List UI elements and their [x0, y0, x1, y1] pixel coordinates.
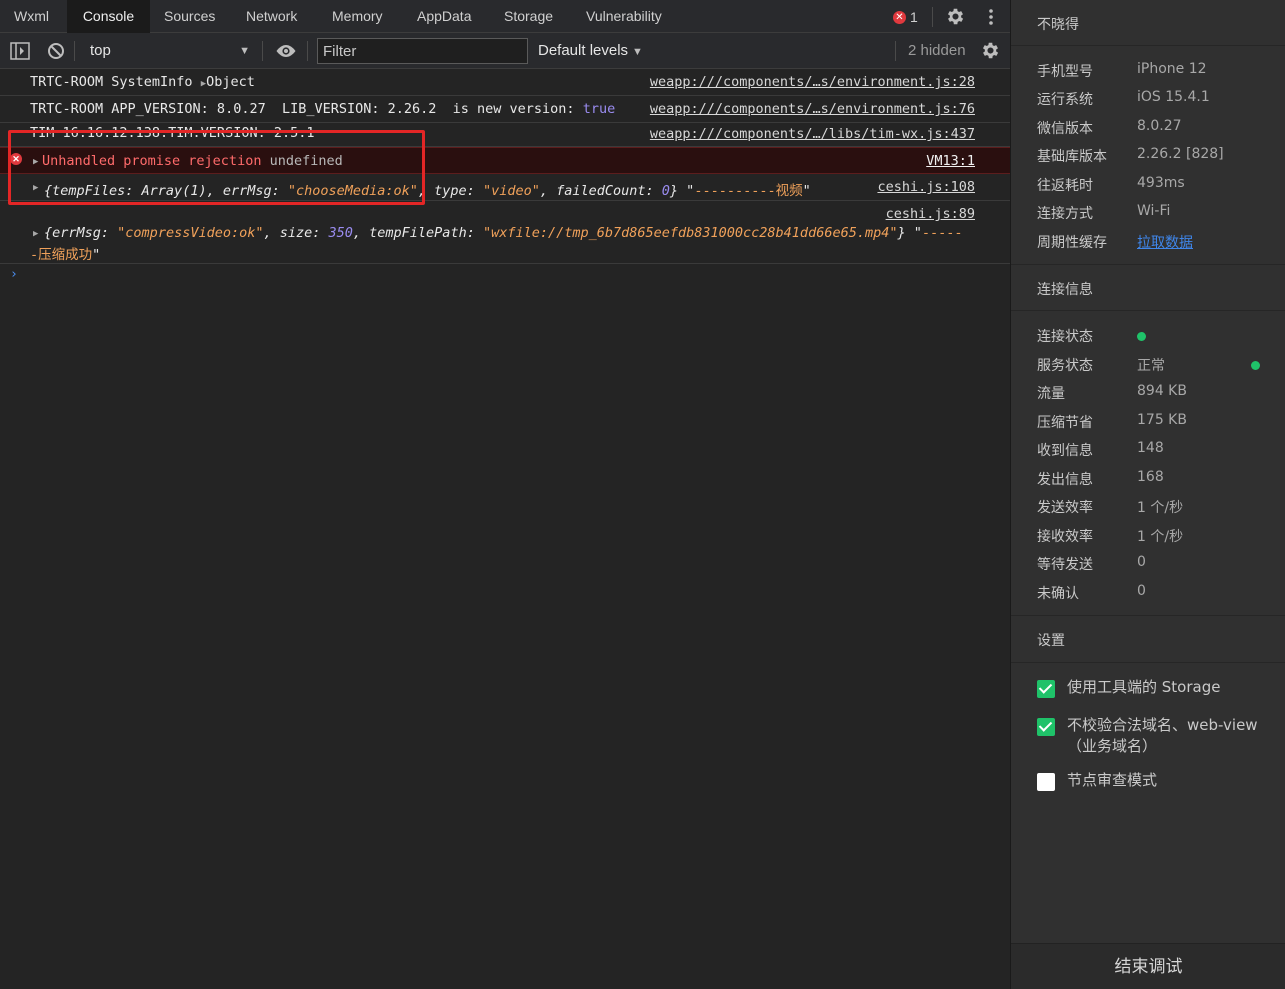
- context-selector-value: top: [90, 42, 111, 59]
- hidden-messages-count: 2 hidden: [908, 42, 966, 59]
- expand-triangle-icon[interactable]: ▶: [33, 229, 38, 239]
- message-text: TRTC-ROOM APP_VERSION: 8.0.27 LIB_VERSIO…: [30, 101, 616, 117]
- expand-triangle-icon[interactable]: ▶: [33, 183, 38, 193]
- caret-down-icon: ▼: [239, 45, 250, 57]
- info-row: 往返耗时 493ms: [1037, 175, 1185, 194]
- console-message: TRTC-ROOM APP_VERSION: 8.0.27 LIB_VERSIO…: [0, 96, 1010, 123]
- end-debug-button[interactable]: 结束调试: [1011, 943, 1285, 989]
- tab-network[interactable]: Network: [232, 0, 311, 33]
- console-prompt[interactable]: ›: [10, 267, 18, 282]
- divider: [1011, 264, 1285, 265]
- checkbox-skip-domain-check[interactable]: [1037, 718, 1055, 736]
- info-row: 周期性缓存 拉取数据: [1037, 232, 1277, 252]
- tab-storage[interactable]: Storage: [490, 0, 567, 33]
- info-row: 等待发送 0: [1037, 554, 1146, 573]
- source-link[interactable]: weapp:///components/…/libs/tim-wx.js:437: [650, 126, 975, 142]
- error-icon: ✕: [893, 10, 906, 24]
- tab-wxml[interactable]: Wxml: [0, 0, 63, 33]
- info-row: 发出信息 168: [1037, 469, 1164, 488]
- message-text: {errMsg: "compressVideo:ok", size: 350, …: [44, 225, 963, 241]
- filter-input[interactable]: [317, 38, 528, 64]
- message-text: TIM 16:16:12.138:TIM.VERSION: 2.5.1: [30, 125, 315, 141]
- message-text-continued: -压缩成功": [30, 247, 101, 263]
- checkbox-node-inspect-mode[interactable]: [1037, 773, 1055, 791]
- info-row: 未确认 0: [1037, 583, 1146, 602]
- error-message: ✕ ▶ Unhandled promise rejection undefine…: [0, 147, 1010, 174]
- error-icon: ✕: [10, 153, 22, 165]
- section-title-settings: 设置: [1037, 633, 1065, 649]
- tab-vulnerability[interactable]: Vulnerability: [572, 0, 676, 33]
- info-row: 基础库版本 2.26.2 [828]: [1037, 146, 1224, 165]
- debug-info-panel: 不晓得 手机型号 iPhone 12 运行系统 iOS 15.4.1 微信版本 8.0…: [1010, 0, 1285, 989]
- info-row: 连接方式 Wi-Fi: [1037, 203, 1171, 222]
- error-counter[interactable]: ✕ 1: [893, 9, 918, 25]
- info-row: 运行系统 iOS 15.4.1: [1037, 89, 1210, 108]
- divider: [1011, 310, 1285, 311]
- status-online-dot: [1137, 332, 1146, 341]
- console-settings-gear-icon[interactable]: [980, 40, 1001, 61]
- show-sidebar-icon[interactable]: [10, 42, 30, 60]
- source-link[interactable]: weapp:///components/…s/environment.js:76: [650, 101, 975, 117]
- divider: [1011, 45, 1285, 46]
- info-row: 服务状态 正常: [1037, 355, 1277, 375]
- divider: [932, 7, 933, 27]
- info-row: 发送效率 1 个/秒: [1037, 500, 1184, 516]
- console-toolbar: top ▼ Default levels▼ 2 hidden: [0, 33, 1010, 69]
- divider: [262, 41, 263, 61]
- console-message: ceshi.js:89 ▶ {errMsg: "compressVideo:ok…: [0, 201, 1010, 264]
- divider: [895, 41, 896, 61]
- live-expression-eye-icon[interactable]: [274, 42, 298, 60]
- message-text: {tempFiles: Array(1), errMsg: "chooseMed…: [44, 183, 811, 199]
- checkbox-use-tool-storage[interactable]: [1037, 680, 1055, 698]
- devtools-tab-bar: Wxml Console Sources Network Memory AppD…: [0, 0, 1010, 33]
- info-row: 接收效率 1 个/秒: [1037, 529, 1184, 545]
- divider: [1011, 662, 1285, 663]
- checkbox-label: 不校验合法域名、web-view（业务域名）: [1067, 716, 1258, 755]
- section-title-connection: 连接信息: [1037, 282, 1093, 298]
- settings-gear-icon[interactable]: [945, 6, 966, 27]
- log-levels-label: Default levels: [538, 42, 629, 59]
- source-link[interactable]: ceshi.js:89: [886, 206, 975, 222]
- info-row: 收到信息 148: [1037, 440, 1164, 459]
- message-text: TRTC-ROOM SystemInfo ▶Object: [30, 74, 255, 90]
- more-vertical-icon[interactable]: [984, 7, 998, 27]
- panel-title: 不晓得: [1037, 17, 1079, 33]
- caret-down-icon: ▼: [632, 46, 643, 58]
- info-row: 连接状态: [1037, 326, 1277, 346]
- devtools-pane: Wxml Console Sources Network Memory AppD…: [0, 0, 1010, 989]
- pull-data-link[interactable]: 拉取数据: [1137, 232, 1193, 252]
- console-messages: TRTC-ROOM SystemInfo ▶Object weapp:///co…: [0, 69, 1010, 989]
- checkbox-label: 节点审查模式: [1067, 771, 1158, 789]
- context-selector[interactable]: top ▼: [82, 38, 254, 64]
- tab-memory[interactable]: Memory: [318, 0, 397, 33]
- tab-appdata[interactable]: AppData: [403, 0, 485, 33]
- error-count: 1: [910, 9, 918, 25]
- source-link[interactable]: ceshi.js:108: [877, 179, 975, 195]
- info-row: 微信版本 8.0.27: [1037, 118, 1182, 137]
- divider: [74, 41, 75, 61]
- tab-console[interactable]: Console: [67, 0, 150, 33]
- object-preview[interactable]: Object: [206, 74, 255, 90]
- console-message: TIM 16:16:12.138:TIM.VERSION: 2.5.1 weap…: [0, 123, 1010, 147]
- status-online-dot: [1251, 361, 1260, 370]
- divider: [307, 41, 308, 61]
- expand-triangle-icon[interactable]: ▶: [33, 157, 38, 167]
- info-row: 手机型号 iPhone 12: [1037, 61, 1207, 80]
- console-message: TRTC-ROOM SystemInfo ▶Object weapp:///co…: [0, 69, 1010, 96]
- info-row: 压缩节省 175 KB: [1037, 412, 1187, 431]
- log-levels-dropdown[interactable]: Default levels ▼: [538, 38, 643, 64]
- info-row: 流量 894 KB: [1037, 383, 1187, 402]
- checkbox-label: 使用工具端的 Storage: [1067, 678, 1221, 696]
- message-text: Unhandled promise rejection undefined: [42, 153, 343, 169]
- divider: [1011, 615, 1285, 616]
- clear-console-icon[interactable]: [46, 41, 66, 61]
- source-link[interactable]: weapp:///components/…s/environment.js:28: [650, 74, 975, 90]
- source-link[interactable]: VM13:1: [926, 153, 975, 169]
- tab-sources[interactable]: Sources: [150, 0, 229, 33]
- console-message: ▶ {tempFiles: Array(1), errMsg: "chooseM…: [0, 174, 1010, 201]
